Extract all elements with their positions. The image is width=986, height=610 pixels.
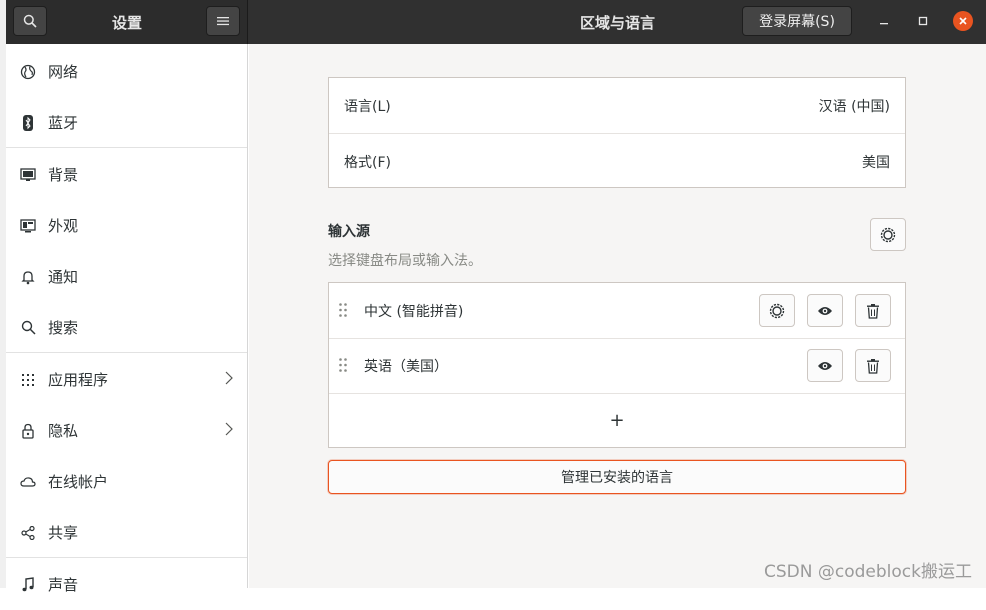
- input-source-row[interactable]: 中文 (智能拼音): [329, 283, 905, 338]
- bluetooth-icon: [20, 114, 36, 131]
- input-source-preview-button[interactable]: [807, 294, 843, 327]
- input-sources-list: 中文 (智能拼音) 英语（美国） +: [328, 282, 906, 448]
- watermark: CSDN @codeblock搬运工: [764, 562, 972, 582]
- lock-icon: [20, 423, 36, 439]
- sidebar-item-label: 声音: [48, 576, 79, 594]
- sidebar-item-label: 外观: [48, 217, 79, 235]
- sidebar-item-network[interactable]: 网络: [6, 46, 247, 97]
- drag-handle-icon[interactable]: [338, 302, 348, 318]
- sidebar-item-appearance[interactable]: 外观: [6, 200, 247, 251]
- sidebar-item-label: 应用程序: [48, 371, 109, 389]
- eye-icon: [818, 361, 832, 370]
- input-sources-subtitle: 选择键盘布局或输入法。: [328, 253, 482, 269]
- search-button[interactable]: [13, 6, 47, 36]
- input-source-name: 英语（美国）: [364, 358, 448, 375]
- sidebar-item-search[interactable]: 搜索: [6, 302, 247, 353]
- input-source-preview-button[interactable]: [807, 349, 843, 382]
- manage-installed-languages-button[interactable]: 管理已安装的语言: [328, 460, 906, 494]
- hamburger-icon: [217, 17, 229, 26]
- sidebar-item-notifications[interactable]: 通知: [6, 251, 247, 302]
- monitor-icon: [20, 167, 36, 183]
- sidebar-item-label: 隐私: [48, 422, 79, 440]
- cloud-icon: [20, 474, 36, 490]
- sidebar-separator: [6, 352, 247, 353]
- input-source-name: 中文 (智能拼音): [364, 303, 464, 320]
- formats-value: 美国: [862, 154, 890, 171]
- add-icon: +: [609, 410, 625, 431]
- sidebar: 网络 蓝牙 背景 外观 通知 搜索 应用程序 隐私 在线帐户 共享 声音: [6, 44, 248, 594]
- language-label: 语言(L): [344, 98, 391, 115]
- sidebar-item-online-accounts[interactable]: 在线帐户: [6, 456, 247, 507]
- input-source-row[interactable]: 英语（美国）: [329, 338, 905, 393]
- language-row[interactable]: 语言(L) 汉语 (中国): [329, 78, 905, 133]
- sidebar-item-applications[interactable]: 应用程序: [6, 354, 247, 405]
- gear-icon: [880, 227, 896, 242]
- music-icon: [20, 576, 36, 593]
- menu-button[interactable]: [206, 6, 240, 36]
- input-sources-options-button[interactable]: [870, 218, 906, 251]
- minimize-button[interactable]: [874, 11, 894, 31]
- input-sources-title: 输入源: [328, 224, 370, 240]
- sidebar-item-label: 蓝牙: [48, 114, 79, 132]
- region-card: 语言(L) 汉语 (中国) 格式(F) 美国: [328, 77, 906, 188]
- search-icon: [23, 14, 37, 28]
- bell-icon: [20, 269, 36, 285]
- grid-icon: [20, 372, 36, 388]
- close-icon: [959, 17, 967, 25]
- drag-handle-icon[interactable]: [338, 357, 348, 373]
- sidebar-item-bluetooth[interactable]: 蓝牙: [6, 97, 247, 148]
- sidebar-item-privacy[interactable]: 隐私: [6, 405, 247, 456]
- formats-label: 格式(F): [344, 154, 391, 171]
- sidebar-title: 设置: [112, 14, 143, 32]
- sidebar-item-label: 网络: [48, 63, 79, 81]
- search-icon: [20, 320, 36, 336]
- appearance-icon: [20, 218, 36, 234]
- maximize-icon: [918, 16, 928, 26]
- formats-row[interactable]: 格式(F) 美国: [329, 134, 905, 189]
- sidebar-item-label: 背景: [48, 166, 79, 184]
- language-value: 汉语 (中国): [818, 98, 890, 115]
- gear-icon: [769, 303, 785, 318]
- maximize-button[interactable]: [913, 11, 933, 31]
- sidebar-item-label: 在线帐户: [48, 473, 109, 491]
- sidebar-item-background[interactable]: 背景: [6, 149, 247, 200]
- globe-icon: [20, 64, 36, 80]
- share-icon: [20, 525, 36, 541]
- input-source-settings-button[interactable]: [759, 294, 795, 327]
- trash-icon: [867, 303, 879, 319]
- sidebar-item-sound[interactable]: 声音: [6, 559, 247, 610]
- sidebar-separator: [6, 557, 247, 558]
- close-button[interactable]: [953, 11, 973, 31]
- sidebar-item-sharing[interactable]: 共享: [6, 507, 247, 558]
- login-screen-button[interactable]: 登录屏幕(S): [742, 6, 852, 36]
- eye-icon: [818, 306, 832, 315]
- sidebar-separator: [6, 147, 247, 148]
- chevron-right-icon: [225, 421, 233, 440]
- chevron-right-icon: [225, 370, 233, 389]
- sidebar-item-label: 搜索: [48, 319, 79, 337]
- page-title: 区域与语言: [580, 14, 656, 32]
- sidebar-item-label: 通知: [48, 268, 79, 286]
- sidebar-item-label: 共享: [48, 524, 79, 542]
- minimize-icon: [880, 23, 888, 25]
- input-source-remove-button[interactable]: [855, 294, 891, 327]
- sidebar-header: 设置: [6, 0, 248, 44]
- add-input-source-button[interactable]: +: [329, 393, 905, 448]
- trash-icon: [867, 358, 879, 374]
- input-source-remove-button[interactable]: [855, 349, 891, 382]
